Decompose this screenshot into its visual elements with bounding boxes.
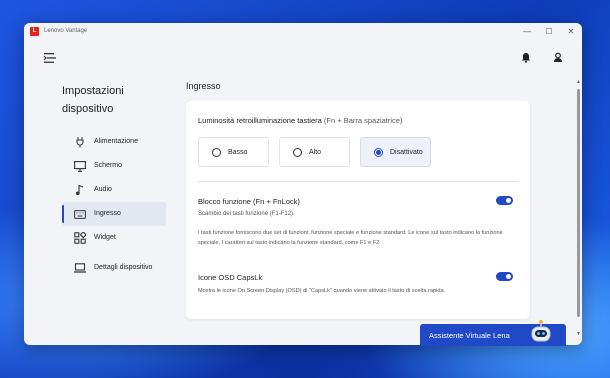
maximize-button[interactable]: ☐ [538, 23, 560, 39]
radio-disattivato[interactable]: Disattivato [360, 137, 431, 167]
radio-label: Disattivato [390, 148, 423, 156]
assistant-robot-icon[interactable] [528, 318, 554, 344]
fnlock-subtitle: Scambio dei tasti funzione (F1-F12). [198, 211, 295, 217]
fnlock-description: I tasti funzione forniscono due set di f… [198, 230, 503, 246]
app-window: L Lenovo Vantage — ☐ ✕ Impostazioni disp… [24, 23, 582, 345]
radio-basso[interactable]: Basso [198, 137, 269, 167]
backlight-heading: Luminosità retroilluminazione tastiera (… [198, 116, 402, 125]
scroll-down-arrow-icon[interactable]: ▼ [576, 331, 581, 337]
sidebar-item-widget[interactable]: Widget [62, 226, 166, 250]
radio-circle [374, 147, 383, 157]
page-title: Ingresso [186, 81, 221, 91]
backlight-shortcut: (Fn + Barra spaziatrice) [323, 116, 403, 125]
sidebar-item-label: Widget [94, 234, 116, 241]
widget-grid-icon [74, 232, 86, 244]
assistant-label: Assistente Virtuale Lena [429, 330, 510, 340]
monitor-icon [74, 160, 86, 172]
lenovo-logo-icon: L [30, 26, 39, 36]
sidebar-item-label: Alimentazione [94, 138, 138, 145]
radio-circle [293, 147, 302, 157]
close-button[interactable]: ✕ [560, 23, 582, 39]
laptop-icon [74, 262, 86, 274]
sidebar-item-audio[interactable]: Audio [62, 178, 166, 202]
top-bar [24, 39, 582, 77]
capslock-osd-description: Mostra le icone On Screen Display (OSD) … [198, 288, 446, 294]
bell-icon[interactable] [521, 52, 531, 63]
sidebar-item-label: Ingresso [94, 210, 121, 217]
radio-label: Basso [228, 148, 248, 156]
fnlock-title: Blocco funzione (Fn + FnLock) [198, 197, 300, 206]
sidebar-item-schermo[interactable]: Schermo [62, 154, 166, 178]
settings-card: Luminosità retroilluminazione tastiera (… [186, 101, 530, 319]
minimize-button[interactable]: — [516, 23, 538, 39]
radio-label: Alto [309, 148, 322, 156]
scroll-up-arrow-icon[interactable]: ▲ [576, 79, 581, 85]
window-controls: — ☐ ✕ [516, 23, 582, 39]
divider [198, 181, 518, 182]
capslock-osd-toggle[interactable] [496, 272, 513, 281]
sidebar-item-dettagli-dispositivo[interactable]: Dettagli dispositivo [62, 250, 166, 286]
sidebar-nav: Alimentazione Schermo Audio Ingresso Wid… [62, 130, 166, 286]
backlight-radio-group: Basso Alto Disattivato [198, 137, 431, 167]
user-account-icon[interactable] [553, 52, 563, 63]
backlight-heading-label: Luminosità retroilluminazione tastiera [198, 116, 322, 125]
menu-collapse-icon[interactable] [44, 53, 56, 63]
sidebar: Impostazioni dispositivo Alimentazione S… [24, 77, 174, 345]
sidebar-item-label: Audio [94, 186, 112, 193]
radio-alto[interactable]: Alto [279, 137, 350, 167]
scrollbar-thumb[interactable] [577, 89, 580, 317]
sidebar-item-label: Schermo [94, 162, 123, 169]
app-title: Lenovo Vantage [44, 28, 88, 34]
music-note-icon [74, 184, 86, 196]
fnlock-toggle[interactable] [496, 196, 513, 205]
capslock-osd-title: Icone OSD CapsLk [198, 273, 263, 282]
sidebar-item-alimentazione[interactable]: Alimentazione [62, 130, 166, 154]
sidebar-item-label: Dettagli dispositivo [94, 264, 153, 271]
main-content: Ingresso Luminosità retroilluminazione t… [186, 77, 568, 345]
title-bar[interactable]: L Lenovo Vantage — ☐ ✕ [24, 23, 582, 39]
sidebar-item-ingresso[interactable]: Ingresso [62, 202, 166, 226]
keyboard-icon [74, 208, 86, 220]
radio-circle [212, 147, 221, 157]
power-plug-icon [74, 136, 86, 148]
sidebar-title: Impostazioni dispositivo [62, 85, 124, 115]
